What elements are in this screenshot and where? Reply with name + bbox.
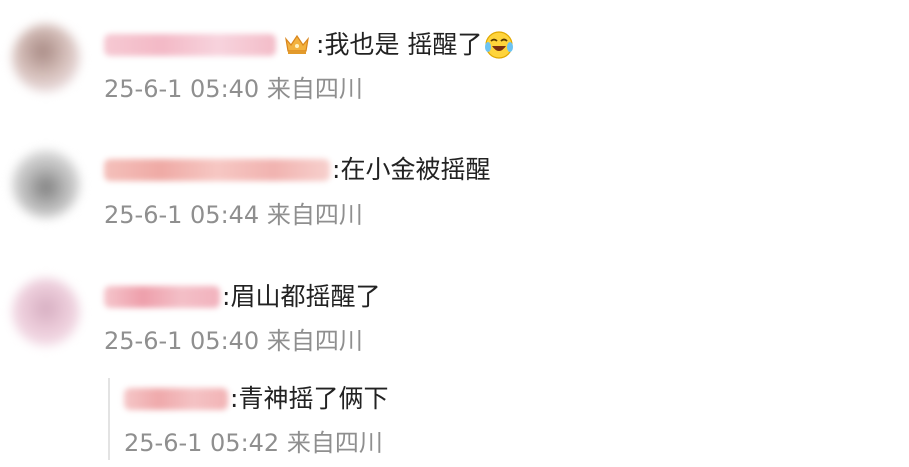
comment-line: : 在小金被摇醒 [104,153,490,187]
comment-text: 在小金被摇醒 [340,155,491,184]
comment-list: : 我也是 摇醒了 25-6-1 05:40 来自四川 : 在小金被摇醒 25-… [0,0,909,467]
crown-icon [284,33,310,58]
comment-meta: 25-6-1 05:44 来自四川 [104,201,363,229]
reply-indent-bar [108,378,110,460]
reply-line: : 青神摇了俩下 [124,382,388,416]
avatar[interactable] [12,150,80,218]
reply-text: 青神摇了俩下 [238,384,389,413]
username-blurred[interactable] [104,34,276,56]
username-blurred[interactable] [104,159,330,181]
username-blurred[interactable] [104,286,220,308]
colon: : [230,384,239,413]
comment-meta: 25-6-1 05:40 来自四川 [104,327,363,355]
comment-text: 眉山都摇醒了 [230,282,381,311]
username-blurred[interactable] [124,388,228,410]
colon: : [332,155,341,184]
comment-line: : 眉山都摇醒了 [104,280,380,314]
comment-meta: 25-6-1 05:40 来自四川 [104,75,363,103]
laughing-crying-emoji-icon [484,30,514,60]
colon: : [316,30,325,59]
avatar[interactable] [12,24,80,92]
reply-meta: 25-6-1 05:42 来自四川 [124,429,383,457]
avatar[interactable] [12,278,80,346]
comment-text: 我也是 摇醒了 [324,30,483,59]
colon: : [222,282,231,311]
comment-line: : 我也是 摇醒了 [104,28,514,62]
